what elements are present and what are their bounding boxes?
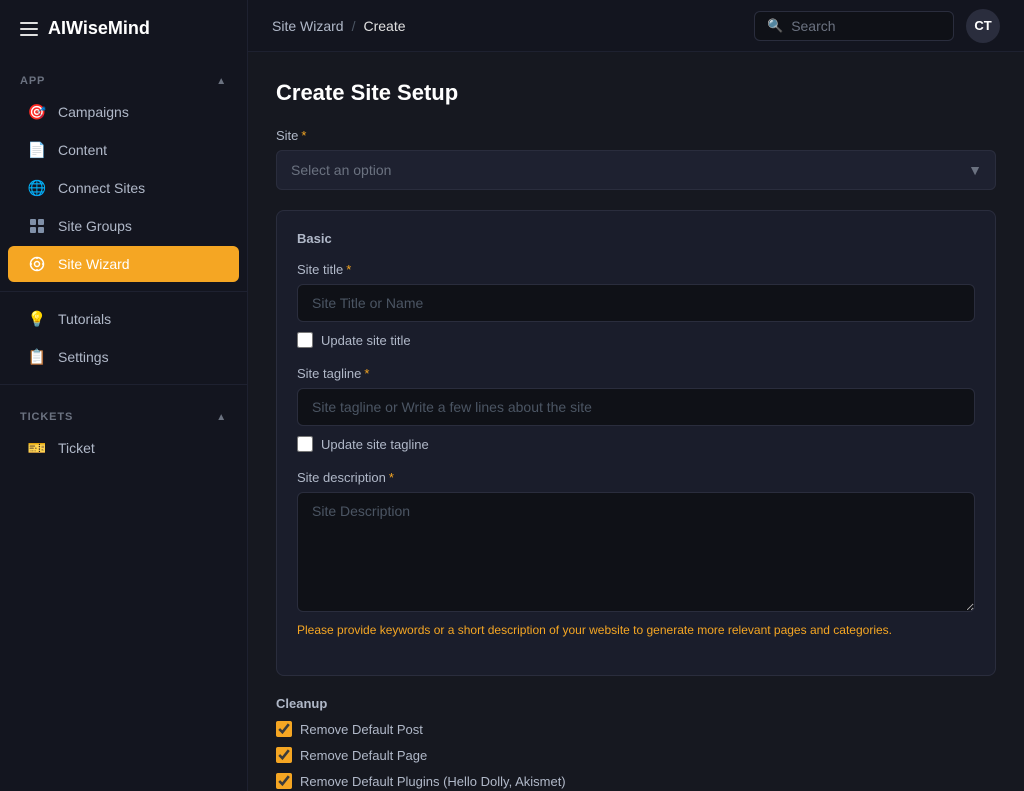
sidebar-item-campaigns[interactable]: 🎯 Campaigns bbox=[8, 94, 239, 130]
site-tagline-field: Site tagline * Update site tagline bbox=[297, 366, 975, 452]
sidebar-item-label: Campaigns bbox=[58, 104, 129, 120]
update-site-title-label[interactable]: Update site title bbox=[321, 333, 411, 348]
breadcrumb-current: Create bbox=[363, 18, 405, 34]
update-site-title-checkbox[interactable] bbox=[297, 332, 313, 348]
sidebar-item-label: Settings bbox=[58, 349, 109, 365]
app-logo: AIWiseMind bbox=[0, 0, 247, 57]
header-right: 🔍 CT bbox=[754, 9, 1000, 43]
required-star: * bbox=[364, 366, 369, 381]
remove-default-page-checkbox[interactable] bbox=[276, 747, 292, 763]
cleanup-item-remove-default-plugins: Remove Default Plugins (Hello Dolly, Aki… bbox=[276, 773, 996, 789]
content-icon: 📄 bbox=[28, 141, 46, 159]
sidebar-item-tutorials[interactable]: 💡 Tutorials bbox=[8, 301, 239, 337]
site-description-label: Site description * bbox=[297, 470, 975, 485]
site-title-input[interactable] bbox=[297, 284, 975, 322]
site-wizard-icon bbox=[28, 255, 46, 273]
header: Site Wizard / Create 🔍 CT bbox=[248, 0, 1024, 52]
site-tagline-input[interactable] bbox=[297, 388, 975, 426]
site-tagline-label: Site tagline * bbox=[297, 366, 975, 381]
cleanup-item-remove-default-post: Remove Default Post bbox=[276, 721, 996, 737]
connect-sites-icon: 🌐 bbox=[28, 179, 46, 197]
update-site-tagline-checkbox[interactable] bbox=[297, 436, 313, 452]
sidebar-item-label: Content bbox=[58, 142, 107, 158]
search-input[interactable] bbox=[791, 18, 941, 34]
tickets-section-label: TICKETS ▲ bbox=[0, 393, 247, 429]
remove-default-post-label[interactable]: Remove Default Post bbox=[300, 722, 423, 737]
required-star: * bbox=[301, 128, 306, 143]
site-field: Site * Select an option ▼ bbox=[276, 128, 996, 190]
campaigns-icon: 🎯 bbox=[28, 103, 46, 121]
page-title: Create Site Setup bbox=[276, 80, 996, 106]
site-label: Site * bbox=[276, 128, 996, 143]
remove-default-plugins-label[interactable]: Remove Default Plugins (Hello Dolly, Aki… bbox=[300, 774, 566, 789]
ticket-icon: 🎫 bbox=[28, 439, 46, 457]
update-site-tagline-row: Update site tagline bbox=[297, 436, 975, 452]
remove-default-plugins-checkbox[interactable] bbox=[276, 773, 292, 789]
sidebar-item-connect-sites[interactable]: 🌐 Connect Sites bbox=[8, 170, 239, 206]
basic-card: Basic Site title * Update site title Sit… bbox=[276, 210, 996, 676]
sidebar-tickets-divider bbox=[0, 384, 247, 385]
sidebar-divider bbox=[0, 291, 247, 292]
cleanup-heading: Cleanup bbox=[276, 696, 996, 711]
search-box[interactable]: 🔍 bbox=[754, 11, 954, 41]
cleanup-item-remove-default-page: Remove Default Page bbox=[276, 747, 996, 763]
sidebar-item-label: Site Groups bbox=[58, 218, 132, 234]
sidebar-item-label: Connect Sites bbox=[58, 180, 145, 196]
remove-default-page-label[interactable]: Remove Default Page bbox=[300, 748, 427, 763]
cleanup-section: Cleanup Remove Default Post Remove Defau… bbox=[276, 696, 996, 789]
search-icon: 🔍 bbox=[767, 18, 783, 34]
sidebar-item-site-groups[interactable]: Site Groups bbox=[8, 208, 239, 244]
main-area: Site Wizard / Create 🔍 CT Create Site Se… bbox=[248, 0, 1024, 791]
remove-default-post-checkbox[interactable] bbox=[276, 721, 292, 737]
sidebar-item-label: Site Wizard bbox=[58, 256, 130, 272]
sidebar: AIWiseMind APP ▲ 🎯 Campaigns 📄 Content 🌐… bbox=[0, 0, 248, 791]
site-groups-icon bbox=[28, 217, 46, 235]
app-section-label: APP ▲ bbox=[0, 57, 247, 93]
tickets-section-chevron[interactable]: ▲ bbox=[216, 412, 227, 423]
sidebar-item-ticket[interactable]: 🎫 Ticket bbox=[8, 430, 239, 466]
site-description-field: Site description * Please provide keywor… bbox=[297, 470, 975, 637]
sidebar-item-content[interactable]: 📄 Content bbox=[8, 132, 239, 168]
basic-section-title: Basic bbox=[297, 231, 975, 246]
site-description-textarea[interactable] bbox=[297, 492, 975, 612]
required-star: * bbox=[346, 262, 351, 277]
hamburger-icon[interactable] bbox=[20, 22, 38, 36]
sidebar-item-label: Tutorials bbox=[58, 311, 111, 327]
sidebar-item-label: Ticket bbox=[58, 440, 95, 456]
sidebar-item-settings[interactable]: 📋 Settings bbox=[8, 339, 239, 375]
breadcrumb: Site Wizard / Create bbox=[272, 18, 406, 34]
app-section-chevron[interactable]: ▲ bbox=[216, 76, 227, 87]
breadcrumb-separator: / bbox=[352, 18, 356, 34]
breadcrumb-root: Site Wizard bbox=[272, 18, 344, 34]
sidebar-item-site-wizard[interactable]: Site Wizard bbox=[8, 246, 239, 282]
app-name: AIWiseMind bbox=[48, 18, 150, 39]
site-select[interactable]: Select an option bbox=[276, 150, 996, 190]
site-title-label: Site title * bbox=[297, 262, 975, 277]
update-site-tagline-label[interactable]: Update site tagline bbox=[321, 437, 429, 452]
settings-icon: 📋 bbox=[28, 348, 46, 366]
update-site-title-row: Update site title bbox=[297, 332, 975, 348]
tutorials-icon: 💡 bbox=[28, 310, 46, 328]
required-star: * bbox=[389, 470, 394, 485]
content-area: Create Site Setup Site * Select an optio… bbox=[248, 52, 1024, 791]
site-description-hint: Please provide keywords or a short descr… bbox=[297, 623, 975, 637]
site-title-field: Site title * Update site title bbox=[297, 262, 975, 348]
site-select-wrapper: Select an option ▼ bbox=[276, 150, 996, 190]
avatar[interactable]: CT bbox=[966, 9, 1000, 43]
